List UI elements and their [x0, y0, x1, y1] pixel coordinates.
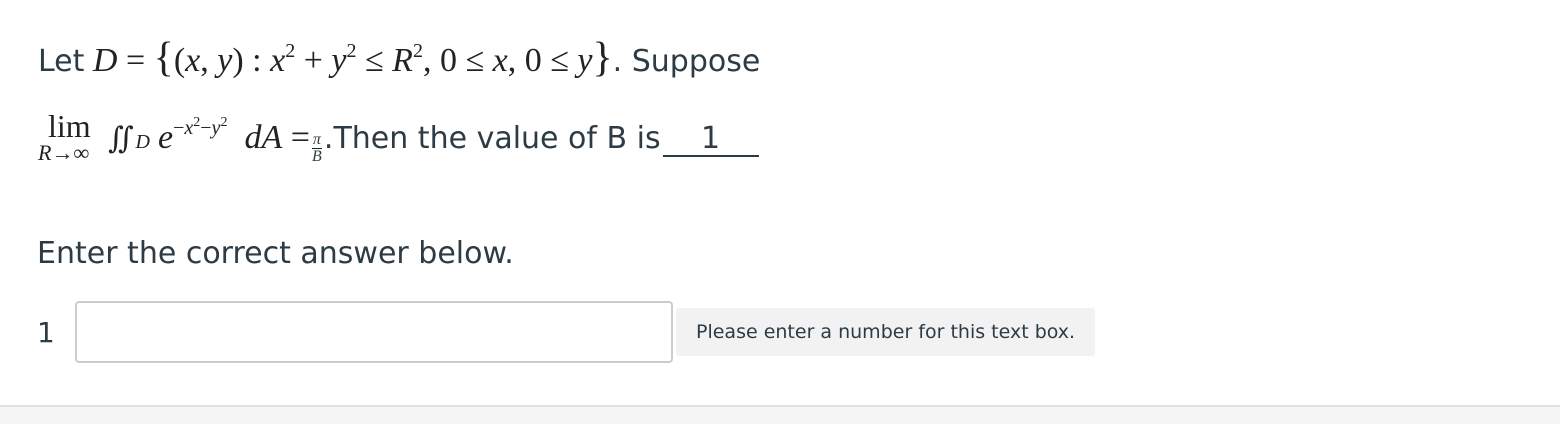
- question-line-2: lim R→∞ ∬ D e−x2−y2 dA = π B .Then the v…: [38, 108, 759, 169]
- limit-subscript: R→∞: [38, 140, 90, 165]
- answer-input[interactable]: [75, 301, 673, 363]
- answer-row: 1 Please enter a number for this text bo…: [37, 298, 1096, 366]
- double-integral-symbol: ∬: [108, 121, 134, 156]
- fraction-denominator: B: [312, 148, 322, 165]
- question-text-let: Let: [38, 44, 85, 79]
- footer-area: [0, 407, 1560, 424]
- set-definition-math: D = {(x, y) : x2 + y2 ≤ R2, 0 ≤ x, 0 ≤ y…: [92, 35, 613, 81]
- fraction-numerator: π: [311, 131, 322, 149]
- question-line-1: Let D = {(x, y) : x2 + y2 ≤ R2, 0 ≤ x, 0…: [38, 34, 760, 82]
- answer-index-label: 1: [37, 315, 55, 349]
- question-text-then: .Then the value of B is: [323, 121, 661, 156]
- limit-expression: lim R→∞: [38, 108, 108, 165]
- validation-tooltip: Please enter a number for this text box.: [676, 308, 1096, 356]
- answer-blank: 1: [662, 123, 759, 157]
- question-text-suppose: . Suppose: [612, 44, 761, 79]
- fraction-pi-over-b: π B: [311, 131, 322, 165]
- integrand-math: e−x2−y2 dA =: [158, 115, 310, 157]
- answer-prompt: Enter the correct answer below.: [37, 236, 514, 271]
